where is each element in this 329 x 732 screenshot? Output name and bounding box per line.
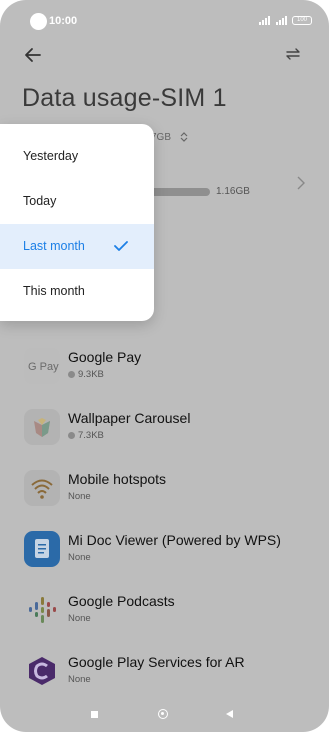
app-usage: None xyxy=(68,674,91,685)
clock: 10:00 xyxy=(49,15,78,27)
usage-bar xyxy=(150,188,210,196)
cell-signal-2-icon xyxy=(276,16,287,25)
app-usage: None xyxy=(68,491,91,502)
home-button[interactable] xyxy=(158,709,168,719)
top-bar xyxy=(0,40,329,70)
app-usage: None xyxy=(68,613,91,624)
app-name: Google Play Services for AR xyxy=(68,654,245,670)
app-usage: None xyxy=(68,552,91,563)
app-name: Mi Doc Viewer (Powered by WPS) xyxy=(68,532,281,548)
app-name: Wallpaper Carousel xyxy=(68,410,191,426)
list-item-mi-doc-viewer[interactable]: Mi Doc Viewer (Powered by WPS) None xyxy=(0,531,329,581)
document-icon xyxy=(24,531,60,567)
list-item-google-pay[interactable]: G Pay Google Pay 9.3KB xyxy=(0,348,329,398)
list-item-mobile-hotspots[interactable]: Mobile hotspots None xyxy=(0,470,329,520)
checkmark-icon xyxy=(114,241,128,251)
swap-sim-icon[interactable] xyxy=(285,46,301,62)
list-item-wallpaper-carousel[interactable]: Wallpaper Carousel 7.3KB xyxy=(0,409,329,459)
app-usage: 7.3KB xyxy=(68,430,104,441)
menu-item-yesterday[interactable]: Yesterday xyxy=(0,134,154,179)
status-bar: 10:00 100 xyxy=(0,0,329,40)
app-name: Mobile hotspots xyxy=(68,471,167,487)
wallpaper-carousel-icon xyxy=(24,409,60,445)
phone-screen: 10:00 100 Data usage-SIM 1 7GB 1.16GB G … xyxy=(0,0,329,732)
ar-core-icon xyxy=(24,653,60,689)
wifi-hotspot-icon xyxy=(24,470,60,506)
usage-bar-value: 1.16GB xyxy=(216,186,250,197)
cell-signal-icon xyxy=(259,16,270,25)
recents-button[interactable] xyxy=(91,711,98,718)
list-item-google-play-services-ar[interactable]: Google Play Services for AR None xyxy=(0,653,329,703)
list-item-google-podcasts[interactable]: Google Podcasts None xyxy=(0,592,329,642)
chevron-right-icon[interactable] xyxy=(296,176,306,190)
svg-text:G Pay: G Pay xyxy=(28,361,59,373)
total-usage-fragment: 7GB xyxy=(151,132,172,143)
menu-item-this-month[interactable]: This month xyxy=(0,269,154,314)
menu-item-today[interactable]: Today xyxy=(0,179,154,224)
podcasts-icon xyxy=(24,592,60,628)
time-range-dropdown: Yesterday Today Last month This month xyxy=(0,124,154,321)
sort-chevron-icon[interactable] xyxy=(180,132,188,142)
app-usage: 9.3KB xyxy=(68,369,104,380)
nav-back-button[interactable] xyxy=(226,710,233,718)
app-name: Google Podcasts xyxy=(68,593,175,609)
battery-icon: 100 xyxy=(292,16,312,25)
page-title: Data usage-SIM 1 xyxy=(22,84,227,112)
camera-cutout xyxy=(30,13,47,30)
app-name: Google Pay xyxy=(68,349,142,365)
back-arrow-icon[interactable] xyxy=(22,44,44,66)
google-pay-icon: G Pay xyxy=(24,348,60,384)
menu-item-last-month[interactable]: Last month xyxy=(0,224,154,269)
